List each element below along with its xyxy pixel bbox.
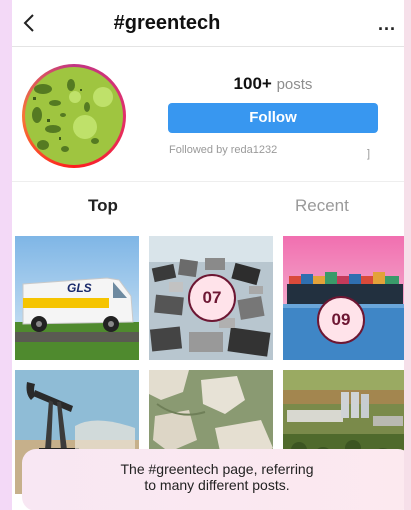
caption-line-1: The #greentech page, referring	[120, 461, 314, 477]
posts-count-value: 100+	[233, 74, 272, 93]
gls-logo-text: GLS	[67, 281, 92, 295]
caption-line-2: to many different posts.	[144, 477, 290, 493]
top-bar: #greentech ...	[12, 0, 404, 47]
tab-recent[interactable]: Recent	[295, 196, 349, 216]
more-options-icon[interactable]: ...	[378, 14, 396, 35]
feed-tabs: Top Recent	[12, 181, 404, 226]
caption-banner: The #greentech page, referring to many d…	[22, 449, 404, 510]
hashtag-avatar[interactable]	[25, 67, 123, 165]
post-thumbnail-gls-van[interactable]: GLS	[15, 236, 139, 360]
page-title: #greentech	[113, 12, 221, 34]
followed-by-text[interactable]: Followed by reda1232	[169, 144, 277, 156]
post-number-badge: 07	[188, 274, 236, 322]
app-screen: #greentech ... 100+ posts Follow Followe…	[12, 0, 404, 510]
followed-by-extra: ]	[367, 148, 371, 160]
post-number-badge: 09	[317, 296, 365, 344]
post-thumbnail-container-ship[interactable]: 09	[283, 236, 404, 360]
posts-count: 100+ posts	[168, 74, 378, 94]
follow-button[interactable]: Follow	[168, 103, 378, 133]
tab-top[interactable]: Top	[88, 196, 118, 216]
posts-count-label: posts	[276, 76, 313, 93]
post-thumbnail-e-waste[interactable]: 07	[149, 236, 273, 360]
